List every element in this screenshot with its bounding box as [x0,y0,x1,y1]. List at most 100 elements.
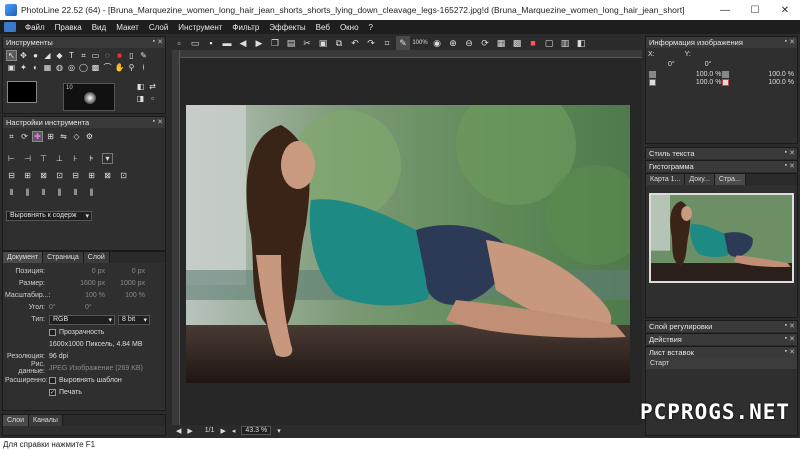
color-type-dropdown[interactable]: RGB ▾ [49,314,115,325]
smudge-tool-icon[interactable]: ◍ [54,62,65,73]
window-icon[interactable]: ▢ [542,36,556,50]
position-x[interactable]: 0 px [49,268,105,275]
panel-close-icon[interactable]: ✕ [157,118,163,126]
panel-menu-icon[interactable]: ▪ [153,118,155,126]
spacing-4-icon[interactable]: ⫼ [54,187,65,198]
quickmask-icon[interactable]: ▫ [147,93,158,104]
panel-close-icon[interactable]: ✕ [789,322,795,330]
spacing-6-icon[interactable]: ⫼ [86,187,97,198]
layers-icon[interactable]: ▣ [316,36,330,50]
angle-2[interactable]: 0° [85,304,115,311]
crop-tool-icon[interactable]: ⌗ [78,50,89,61]
hand-tool-icon[interactable]: ✋ [114,62,125,73]
distribute-2-icon[interactable]: ⊞ [22,170,33,181]
panel-close-icon[interactable]: ✕ [789,149,795,157]
duplicate-icon[interactable]: ⧉ [332,36,346,50]
minimize-button[interactable]: — [710,0,740,20]
zoom-100-label[interactable]: 100% [412,36,428,50]
print-checkbox[interactable]: ✓ [49,388,56,396]
menu-window[interactable]: Окно [335,23,364,32]
menu-web[interactable]: Веб [311,23,335,32]
zoom-out-icon[interactable]: ⊖ [462,36,476,50]
menu-tool[interactable]: Инструмент [173,23,227,32]
open-icon[interactable]: ▭ [188,36,202,50]
blur-tool-icon[interactable]: ◎ [66,62,77,73]
scale-x[interactable]: 100 % [49,292,105,299]
menu-layout[interactable]: Макет [111,23,144,32]
adjustment-layers-header[interactable]: Слой регулировки ▪ ✕ [646,321,797,332]
crop-icon[interactable]: ⌗ [380,36,394,50]
stamp-tool-icon[interactable]: ▣ [6,62,17,73]
align-top-icon[interactable]: ⊥ [54,153,65,164]
panel-menu-icon[interactable]: ▪ [785,149,787,157]
zoom-level[interactable]: 43.3 % [241,426,272,435]
spacing-5-icon[interactable]: ⫴ [70,187,81,198]
color-tool-icon[interactable]: ■ [114,50,125,61]
panel-menu-icon[interactable]: ▪ [785,162,787,170]
zoom-fit-icon[interactable]: ◉ [430,36,444,50]
pen-tool-icon[interactable]: ✎ [138,50,149,61]
navigator-thumbnail[interactable] [649,193,794,283]
circle-tool-icon[interactable]: ● [30,50,41,61]
page-next-icon[interactable]: ▶ [221,427,226,435]
foreground-color[interactable] [7,81,37,103]
paste-icon[interactable]: ▤ [284,36,298,50]
back-icon[interactable]: ◀ [236,36,250,50]
print-icon[interactable]: ▬ [220,36,234,50]
align-bottom-icon[interactable]: ⊧ [86,153,97,164]
tab-document[interactable]: Документ [3,252,44,263]
size-h[interactable]: 1000 px [105,280,145,287]
pencil-icon[interactable]: ✎ [396,36,410,50]
panel-close-icon[interactable]: ✕ [789,335,795,343]
menu-layer[interactable]: Слой [144,23,173,32]
settings-gear-icon[interactable]: ⚙ [84,131,95,142]
distribute-3-icon[interactable]: ⊠ [38,170,49,181]
bit-depth-dropdown[interactable]: 8 bit ▾ [118,314,150,325]
cut-icon[interactable]: ✂ [300,36,314,50]
actions-header[interactable]: Действия ▪ ✕ [646,334,797,345]
size-w[interactable]: 1600 px [49,280,105,287]
next-page-icon[interactable]: ▶ [187,427,192,435]
tab-doc[interactable]: Доку... [685,174,715,185]
transparency-checkbox[interactable] [49,328,56,336]
transform-icon[interactable]: ⌗ [6,131,17,142]
redo-icon[interactable]: ↷ [364,36,378,50]
brush-preview[interactable]: 10 [63,83,115,111]
move-tool-icon[interactable]: ✥ [18,50,29,61]
distribute-1-icon[interactable]: ⊟ [6,170,17,181]
menu-help[interactable]: ? [364,23,378,32]
distribute-8-icon[interactable]: ⊡ [118,170,129,181]
mask-icon[interactable]: ◨ [135,93,146,104]
skew-setting-icon[interactable]: ◇ [71,131,82,142]
zoom-out-icon[interactable]: ◂ [232,427,236,435]
swap-colors-icon[interactable]: ⇄ [147,81,158,92]
copy-icon[interactable]: ❐ [268,36,282,50]
menu-filter[interactable]: Фильтр [227,23,264,32]
distribute-5-icon[interactable]: ⊟ [70,170,81,181]
grid-icon[interactable]: ▩ [510,36,524,50]
scale-y[interactable]: 100 % [105,292,145,299]
menu-view[interactable]: Вид [87,23,111,32]
undo-icon[interactable]: ↶ [348,36,362,50]
menu-effects[interactable]: Эффекты [264,23,310,32]
panel-menu-icon[interactable]: ▪ [785,348,787,356]
align-right-icon[interactable]: ⊤ [38,153,49,164]
path-tool-icon[interactable]: ⌒ [102,62,113,73]
distribute-4-icon[interactable]: ⊡ [54,170,65,181]
spacing-3-icon[interactable]: ⫴ [38,187,49,198]
text-style-header[interactable]: Стиль текста ▪ ✕ [646,148,797,159]
zoom-dropdown-icon[interactable]: ▾ [277,427,281,435]
panel-menu-icon[interactable]: ▪ [785,335,787,343]
spacing-2-icon[interactable]: ⫼ [22,187,33,198]
flip-setting-icon[interactable]: ⇋ [58,131,69,142]
align-hcenter-icon[interactable]: ⊣ [22,153,33,164]
align-template-checkbox[interactable] [49,376,56,384]
panel-close-icon[interactable]: ✕ [157,38,163,46]
panel-menu-icon[interactable]: ▪ [785,38,787,46]
align-vcenter-icon[interactable]: ⊦ [70,153,81,164]
forward-icon[interactable]: ▶ [252,36,266,50]
rotate-icon[interactable]: ⟳ [478,36,492,50]
rotate-setting-icon[interactable]: ⟳ [19,131,30,142]
tab-layers[interactable]: Слои [3,415,30,426]
align-menu-icon[interactable]: ▾ [102,153,113,164]
